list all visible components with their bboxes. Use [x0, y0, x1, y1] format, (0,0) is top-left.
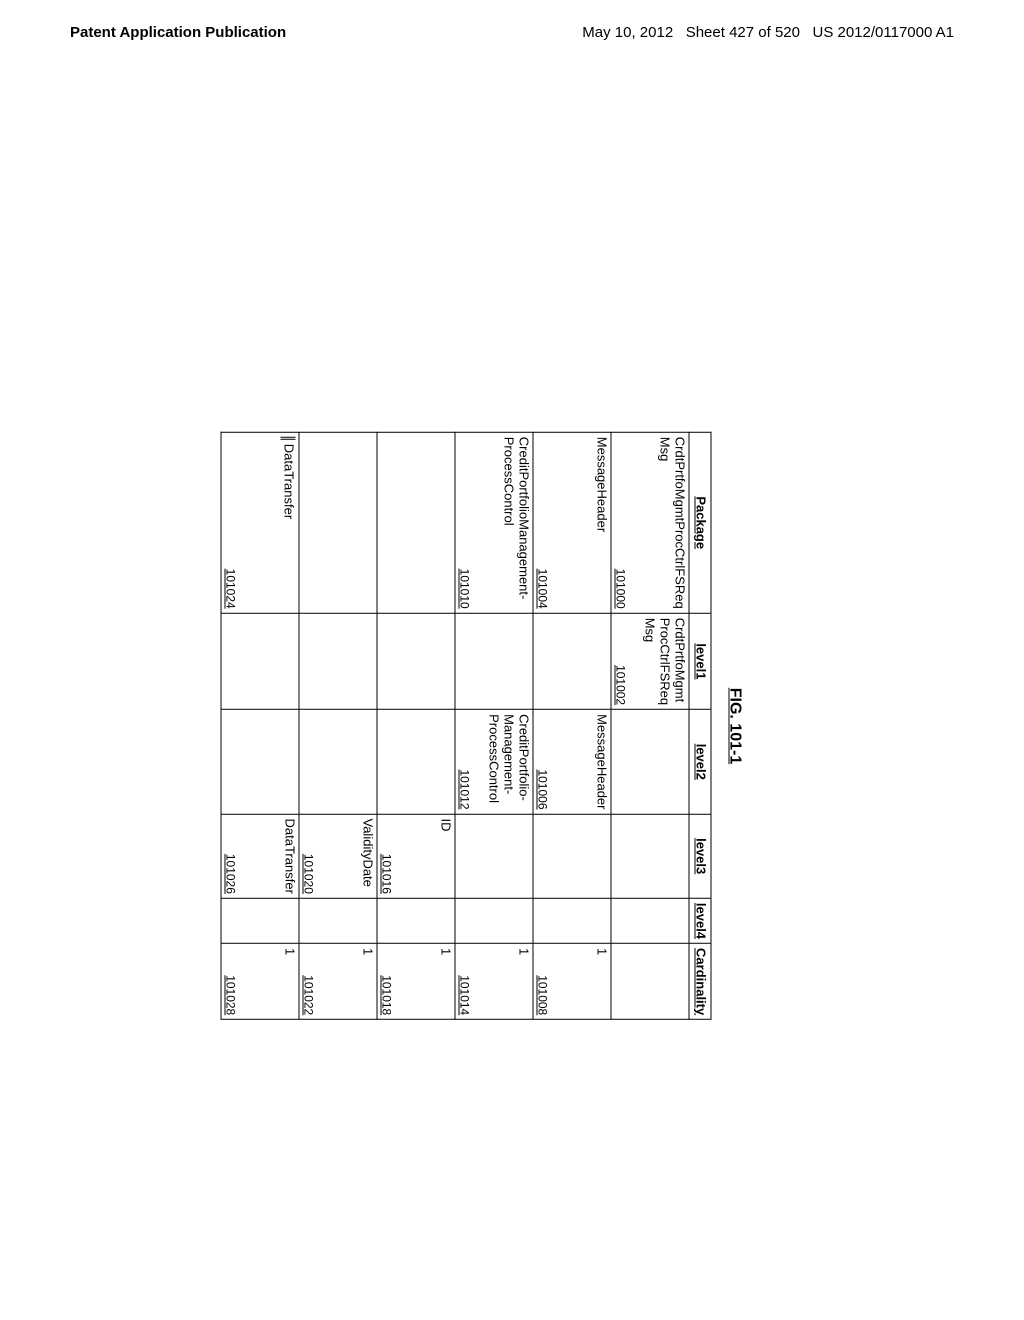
ref-number: 101028: [224, 975, 238, 1015]
ref-number: 101010: [458, 569, 472, 609]
table-cell: ID 101016: [377, 814, 455, 898]
page-header: Patent Application Publication May 10, 2…: [0, 0, 1024, 51]
ref-number: 101012: [458, 769, 472, 809]
table-cell: [299, 898, 377, 943]
cell-text: DataTransfer: [281, 437, 296, 519]
table-cell: CreditPortfolioManagement-ProcessControl…: [455, 432, 533, 613]
table-cell: CrdtPrtfoMgmtProcCtrlFSReqMsg 101000: [611, 432, 689, 613]
table-cell: [611, 898, 689, 943]
table-cell: 1 101018: [377, 944, 455, 1020]
table-cell: [533, 814, 611, 898]
figure-title: FIG. 101-1: [726, 432, 744, 1020]
cell-text: CrdtPrtfoMgmtProcCtrlFSReqMsg: [642, 618, 687, 705]
ref-number: 101000: [614, 569, 628, 609]
table-cell: [221, 613, 299, 709]
cell-text: DataTransfer: [282, 819, 297, 894]
table-cell: ValidityDate 101020: [299, 814, 377, 898]
ref-number: 101020: [302, 854, 316, 894]
ref-number: 101006: [536, 769, 550, 809]
table-cell: 1 101008: [533, 944, 611, 1020]
col-level3: level3: [689, 814, 711, 898]
ref-number: 101024: [224, 569, 238, 609]
cell-text: 1: [360, 948, 375, 1015]
table-cell: 1 101014: [455, 944, 533, 1020]
cell-text: MessageHeader: [594, 437, 609, 609]
table-cell: MessageHeader 101006: [533, 710, 611, 814]
table-cell: [377, 613, 455, 709]
table-cell: CreditPortfolio-Management-ProcessContro…: [455, 710, 533, 814]
ref-number: 101002: [614, 665, 628, 705]
table-cell: [611, 814, 689, 898]
table-body: CrdtPrtfoMgmtProcCtrlFSReqMsg101000CrdtP…: [221, 432, 689, 1019]
cell-text: 1: [282, 948, 297, 1015]
table-cell: [377, 432, 455, 613]
table-cell: [221, 898, 299, 943]
table-row: ID 101016 1 101018: [377, 432, 455, 1019]
table-cell: [299, 432, 377, 613]
cell-text: 1: [438, 948, 453, 1015]
ref-number: 101016: [380, 854, 394, 894]
table-cell: 1 101022: [299, 944, 377, 1020]
table-cell: [377, 898, 455, 943]
col-level1: level1: [689, 613, 711, 709]
table-cell: [221, 710, 299, 814]
cell-text: CreditPortfolio-Management-ProcessContro…: [486, 714, 531, 809]
header-sheet: Sheet 427 of 520: [686, 24, 800, 41]
col-level2: level2: [689, 710, 711, 814]
header-date: May 10, 2012: [582, 24, 673, 41]
table-cell: [455, 814, 533, 898]
header-left: Patent Application Publication: [70, 24, 286, 41]
table-cell: [455, 613, 533, 709]
cell-text: CreditPortfolioManagement-ProcessControl: [501, 437, 531, 609]
col-cardinality: Cardinality: [689, 944, 711, 1020]
cell-text: 1: [516, 948, 531, 1015]
table-cell: [299, 613, 377, 709]
table-row: DataTransfer 101024 DataTransfer 101026 1 101…: [221, 432, 299, 1019]
table-cell: 1 101028: [221, 944, 299, 1020]
table-cell: DataTransfer 101024: [221, 432, 299, 613]
table-cell: [611, 710, 689, 814]
table-row: MessageHeader101004MessageHeader10100611…: [533, 432, 611, 1019]
table-cell: [533, 898, 611, 943]
table-cell: [377, 710, 455, 814]
cell-text: CrdtPrtfoMgmtProcCtrlFSReqMsg: [657, 437, 687, 609]
data-table: Package level1 level2 level3 level4 Card…: [221, 432, 712, 1020]
header-pub: US 2012/0117000 A1: [812, 24, 954, 41]
table-cell: [533, 613, 611, 709]
ref-number: 101026: [224, 854, 238, 894]
header-right: May 10, 2012 Sheet 427 of 520 US 2012/01…: [582, 24, 954, 41]
cell-text: 1: [594, 948, 609, 1015]
table-cell: [299, 710, 377, 814]
cell-text: ValidityDate: [360, 819, 375, 894]
ref-number: 101004: [536, 569, 550, 609]
ref-number: 101018: [380, 975, 394, 1015]
col-level4: level4: [689, 898, 711, 943]
col-package: Package: [689, 432, 711, 613]
table-row: CrdtPrtfoMgmtProcCtrlFSReqMsg101000CrdtP…: [611, 432, 689, 1019]
table-row: ValidityDate 101020 1 101022: [299, 432, 377, 1019]
table-cell: [455, 898, 533, 943]
table-cell: [611, 944, 689, 1020]
table-cell: MessageHeader 101004: [533, 432, 611, 613]
table-row: CreditPortfolioManagement-ProcessControl…: [455, 432, 533, 1019]
table-cell: CrdtPrtfoMgmtProcCtrlFSReqMsg 101002: [611, 613, 689, 709]
ref-number: 101008: [536, 975, 550, 1015]
cell-text: MessageHeader: [594, 714, 609, 809]
ref-number: 101014: [458, 975, 472, 1015]
cell-text: ID: [438, 819, 453, 894]
figure-wrapper: FIG. 101-1 Package level1 level2 level3 …: [221, 432, 804, 1020]
ref-number: 101022: [302, 975, 316, 1015]
table-head-row: Package level1 level2 level3 level4 Card…: [689, 432, 711, 1019]
table-cell: DataTransfer 101026: [221, 814, 299, 898]
